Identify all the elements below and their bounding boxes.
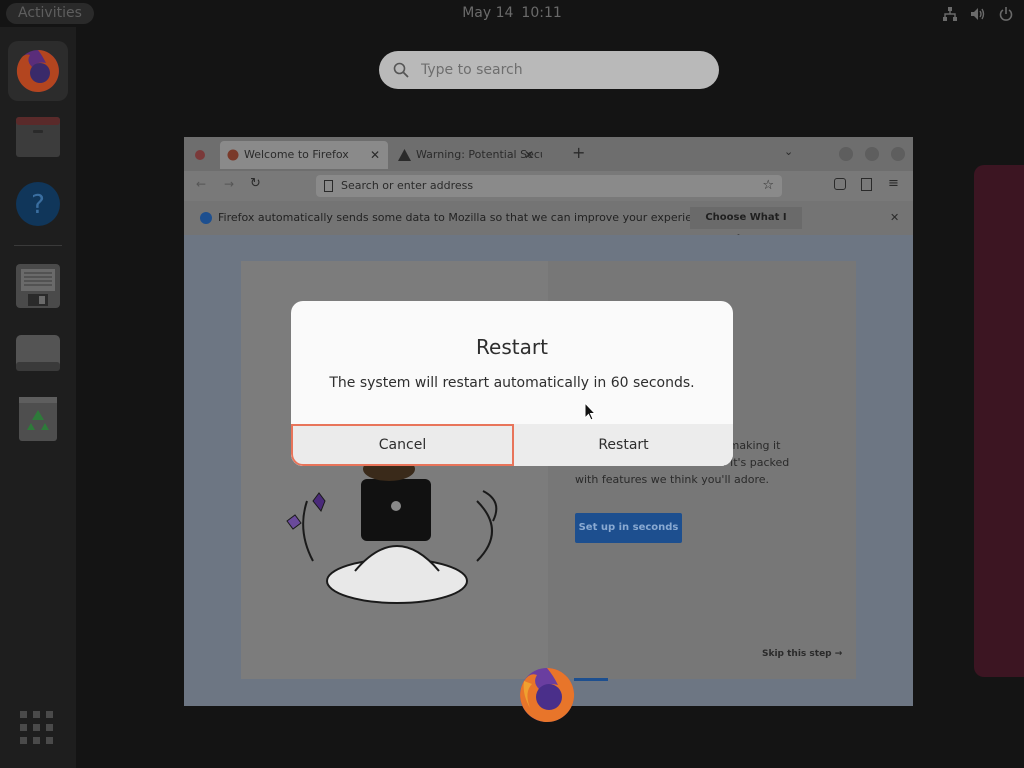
- dock: ?: [0, 27, 76, 768]
- top-bar: Activities May 14 10:11: [0, 0, 1024, 27]
- forward-icon[interactable]: →: [224, 177, 234, 191]
- maximize-icon[interactable]: [865, 147, 879, 161]
- address-placeholder: Search or enter address: [341, 179, 474, 192]
- skip-step-link[interactable]: Skip this step →: [762, 649, 842, 659]
- dock-drive[interactable]: [8, 323, 68, 383]
- warning-icon: [398, 149, 411, 161]
- restart-button[interactable]: Restart: [514, 424, 733, 466]
- app-grid-button[interactable]: [20, 711, 54, 745]
- dialog-message: The system will restart automatically in…: [329, 375, 695, 391]
- navigation-bar: ← → ↻ Search or enter address ☆ ≡: [184, 171, 913, 201]
- dock-text-editor[interactable]: [8, 256, 68, 316]
- svg-text:?: ?: [31, 190, 45, 220]
- notification-text: Firefox automatically sends some data to…: [218, 211, 716, 224]
- clock[interactable]: May 14 10:11: [0, 0, 1024, 27]
- dock-firefox[interactable]: [8, 41, 68, 101]
- background-window[interactable]: [974, 165, 1024, 677]
- search-input[interactable]: [421, 62, 681, 78]
- extensions-icon[interactable]: [861, 178, 872, 191]
- trash-icon: [19, 397, 57, 441]
- power-icon[interactable]: [998, 6, 1014, 22]
- search-bar[interactable]: [379, 51, 719, 89]
- close-notification-icon[interactable]: ✕: [890, 201, 899, 235]
- dock-separator: [14, 245, 62, 246]
- search-icon: [393, 62, 409, 78]
- volume-icon[interactable]: [970, 6, 986, 22]
- welcome-illustration: [286, 461, 498, 604]
- close-window-icon[interactable]: [891, 147, 905, 161]
- menu-icon[interactable]: ≡: [888, 176, 899, 191]
- choose-what-i-share-button[interactable]: Choose What I Share: [690, 207, 802, 245]
- app-grid-icon: [20, 711, 53, 744]
- files-icon: [16, 117, 60, 157]
- close-tab-icon[interactable]: ✕: [370, 141, 380, 169]
- mouse-cursor-icon: [584, 402, 596, 421]
- reload-icon[interactable]: ↻: [250, 176, 261, 191]
- date-label: May 14: [462, 5, 514, 21]
- firefox-app-icon: [520, 667, 575, 722]
- new-tab-icon[interactable]: +: [572, 143, 585, 162]
- drive-icon: [16, 335, 60, 371]
- dock-help[interactable]: ?: [8, 174, 68, 234]
- time-label: 10:11: [521, 5, 562, 21]
- cancel-button[interactable]: Cancel: [291, 424, 514, 466]
- minimize-icon[interactable]: [839, 147, 853, 161]
- help-icon: ?: [16, 182, 60, 226]
- address-bar[interactable]: Search or enter address ☆: [316, 175, 782, 197]
- close-tab-icon[interactable]: ✕: [524, 141, 534, 169]
- set-up-button[interactable]: Set up in seconds: [575, 513, 682, 543]
- page-icon: [324, 180, 333, 192]
- back-icon[interactable]: ←: [196, 177, 206, 191]
- text-editor-icon: [16, 264, 60, 308]
- network-icon[interactable]: [942, 6, 958, 22]
- tab-warning[interactable]: Warning: Potential Secu ✕: [392, 141, 542, 169]
- firefox-view-icon[interactable]: [194, 149, 206, 161]
- firefox-favicon-icon: [227, 149, 239, 161]
- tab-list-chevron-icon[interactable]: ⌄: [784, 145, 793, 158]
- notification-bar: Firefox automatically sends some data to…: [184, 201, 913, 245]
- bookmark-star-icon[interactable]: ☆: [762, 175, 774, 197]
- dock-trash[interactable]: [8, 389, 68, 449]
- dock-files[interactable]: [8, 107, 68, 167]
- firefox-icon: [16, 50, 59, 92]
- tab-bar: Welcome to Firefox ✕ Warning: Potential …: [184, 137, 913, 171]
- dialog-title: Restart: [476, 335, 548, 359]
- pocket-icon[interactable]: [834, 178, 846, 190]
- dialog-actions: Cancel Restart: [291, 424, 733, 466]
- restart-dialog: Restart The system will restart automati…: [291, 301, 733, 466]
- tab-label: Welcome to Firefox: [244, 148, 349, 161]
- progress-indicator: [574, 678, 608, 681]
- tab-welcome[interactable]: Welcome to Firefox ✕: [220, 141, 388, 169]
- system-tray[interactable]: [942, 0, 1014, 27]
- info-icon: [200, 212, 212, 224]
- welcome-body-line: with features we think you'll adore.: [575, 473, 770, 486]
